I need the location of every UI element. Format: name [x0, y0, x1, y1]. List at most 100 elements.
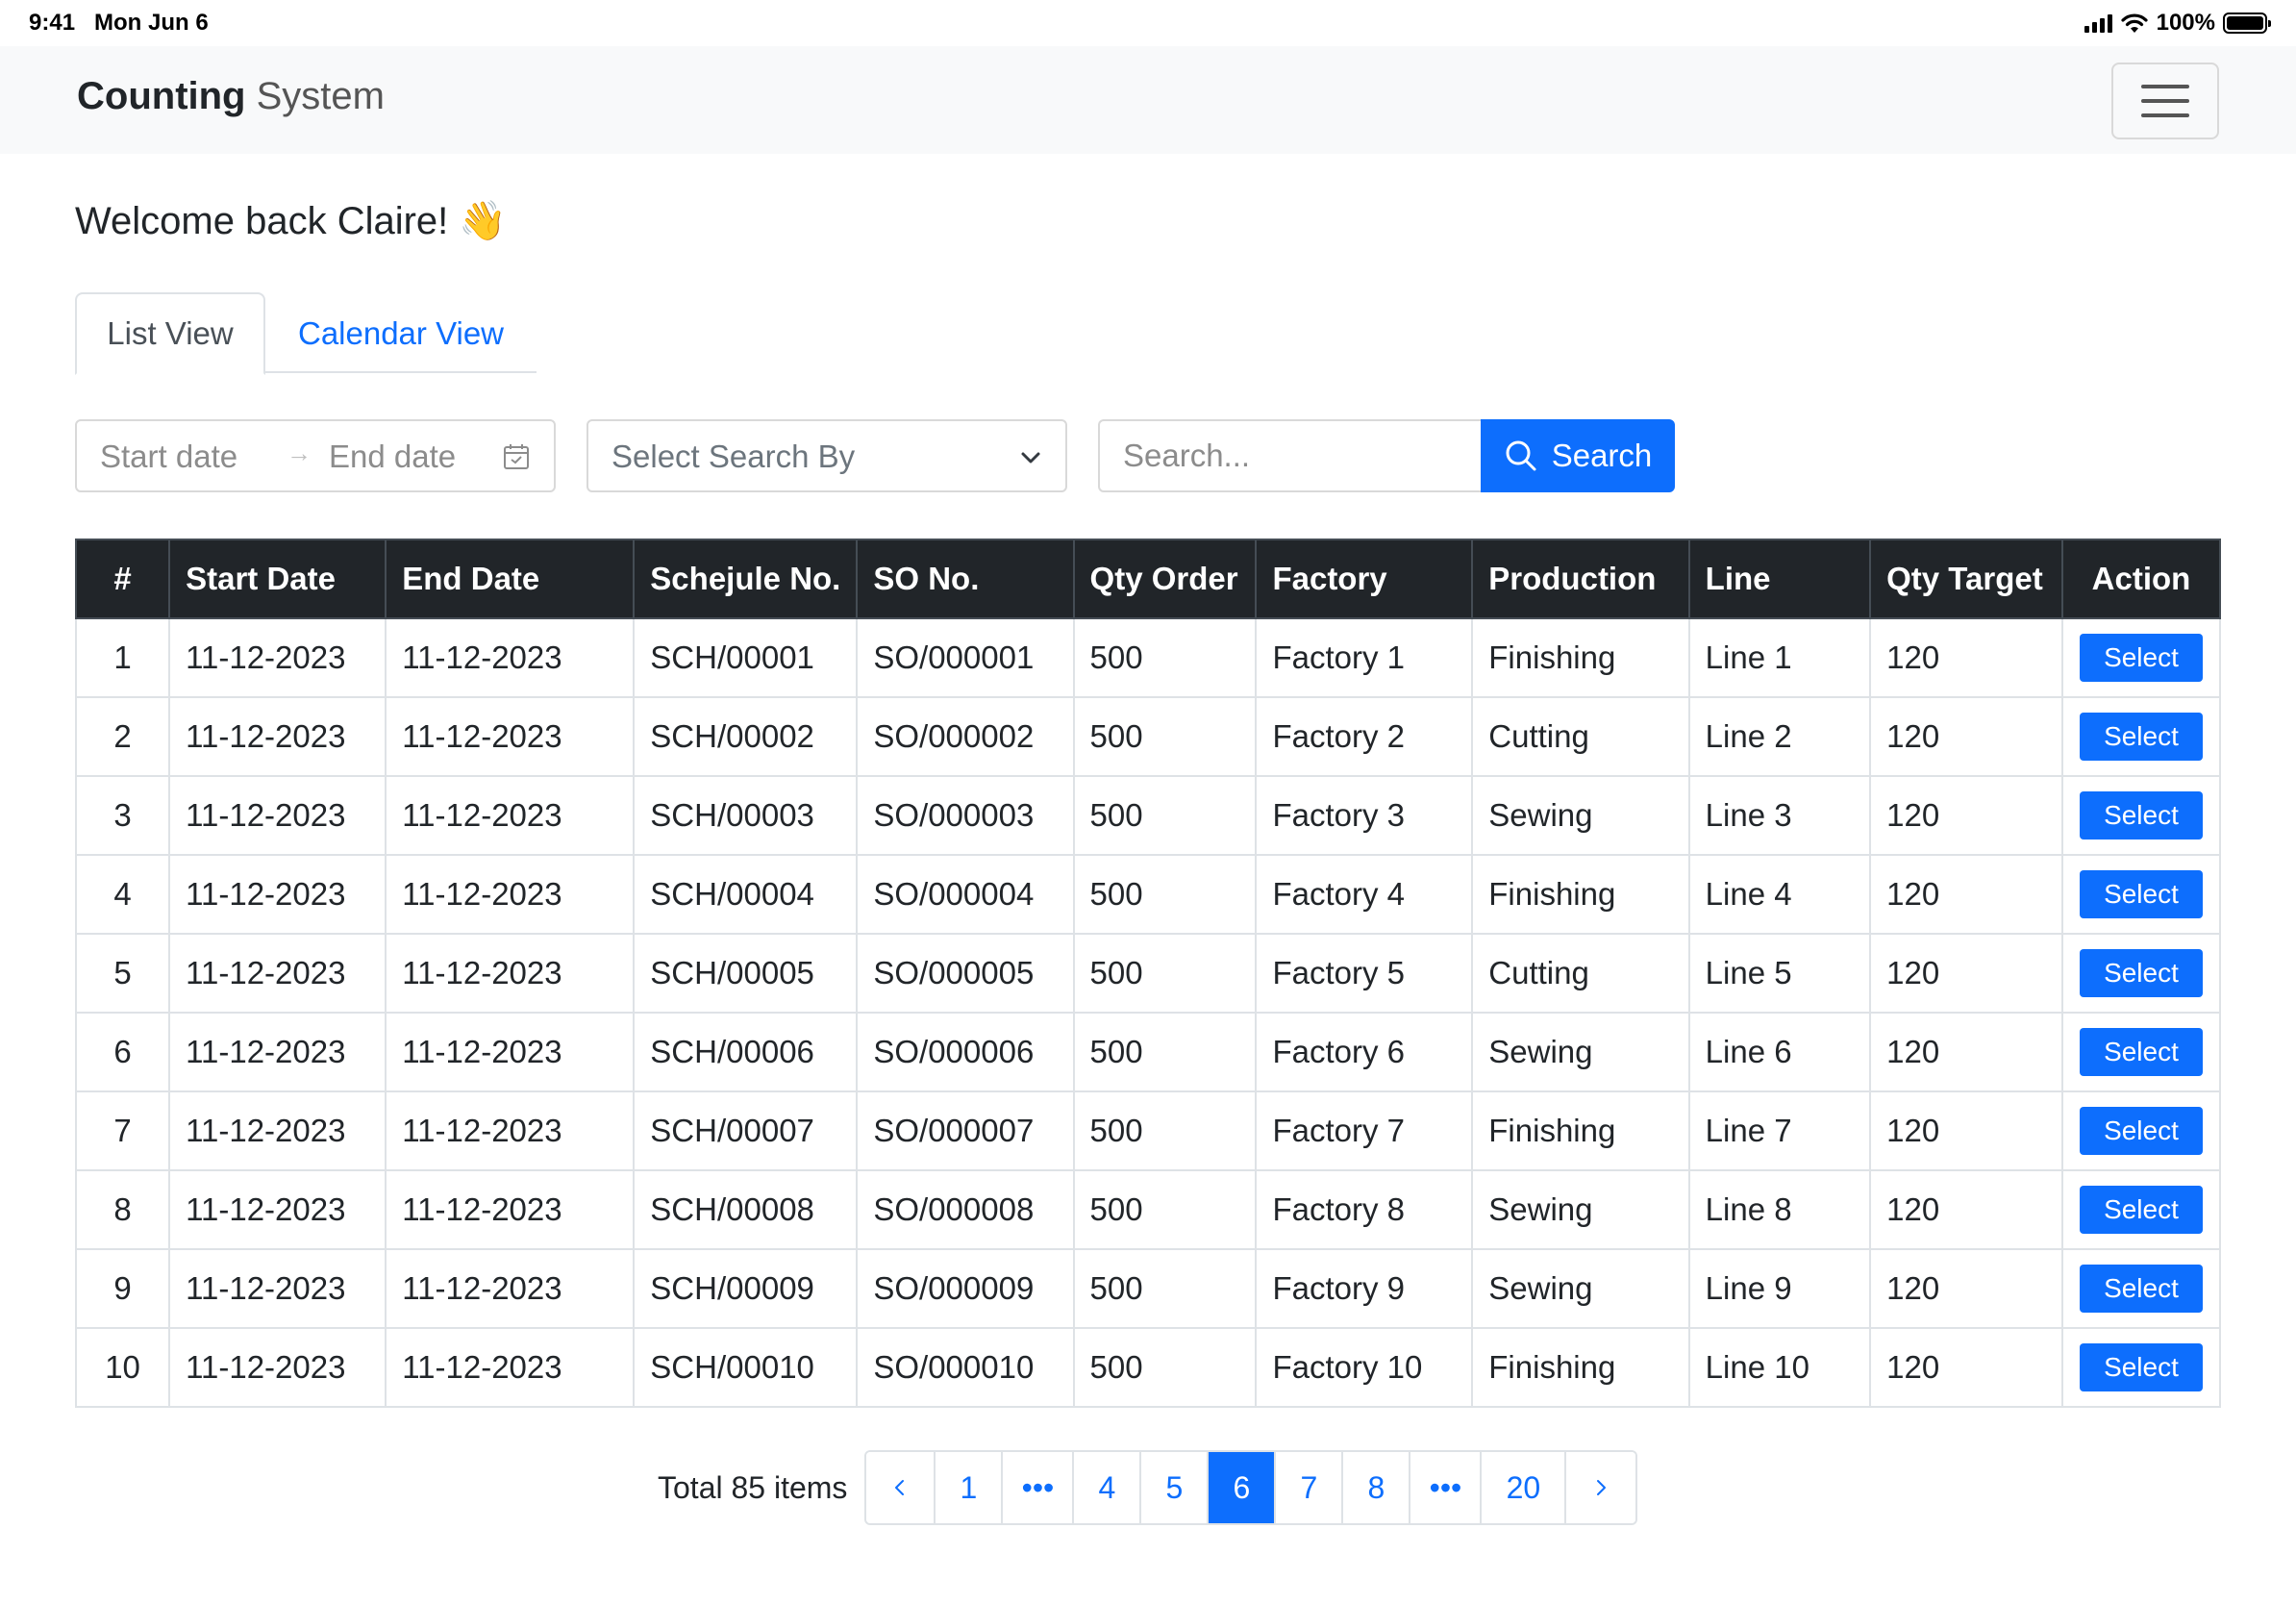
- table-cell: Finishing: [1471, 617, 1690, 698]
- table-row: 6 11-12-2023 11-12-2023 SCH/00006 SO/000006 5…: [74, 1012, 2222, 1092]
- page-link-6[interactable]: 6: [1209, 1452, 1277, 1523]
- action-cell: Select: [2060, 1327, 2222, 1408]
- battery-percent: 100%: [2156, 10, 2215, 36]
- table-body: 1 11-12-2023 11-12-2023 SCH/00001 SO/000001 5…: [74, 617, 2222, 1408]
- table-cell: 120: [1869, 617, 2063, 698]
- tab-calendar-view[interactable]: Calendar View: [265, 292, 537, 375]
- date-range-picker[interactable]: Start date → End date: [75, 419, 556, 492]
- page-link-20[interactable]: 20: [1482, 1452, 1567, 1523]
- table-cell: Line 6: [1687, 1012, 1872, 1092]
- table-row: 8 11-12-2023 11-12-2023 SCH/00008 SO/000008 5…: [74, 1169, 2222, 1250]
- select-row-button[interactable]: Select: [2079, 1107, 2203, 1155]
- table-row: 5 11-12-2023 11-12-2023 SCH/00005 SO/000005 5…: [74, 933, 2222, 1014]
- tab-list-view[interactable]: List View: [75, 292, 265, 375]
- cellular-signal-icon: [2084, 13, 2112, 33]
- chevron-left-icon[interactable]: [866, 1452, 936, 1523]
- select-row-button[interactable]: Select: [2079, 1265, 2203, 1313]
- table-cell: SO/000003: [856, 775, 1075, 856]
- hamburger-menu-icon[interactable]: [2111, 63, 2219, 139]
- table-cell: Factory 7: [1255, 1090, 1474, 1171]
- table-cell: Factory 2: [1255, 696, 1474, 777]
- column-header: End Date: [385, 539, 636, 619]
- table-row: 3 11-12-2023 11-12-2023 SCH/00003 SO/000003 5…: [74, 775, 2222, 856]
- column-header: Schejule No.: [633, 539, 859, 619]
- table-cell: 7: [74, 1090, 171, 1171]
- action-cell: Select: [2060, 775, 2222, 856]
- end-date-input[interactable]: End date: [329, 439, 456, 475]
- table-cell: SCH/00005: [633, 933, 859, 1014]
- table-cell: 120: [1869, 933, 2063, 1014]
- table-cell: Sewing: [1471, 775, 1690, 856]
- table-cell: 11-12-2023: [385, 854, 636, 935]
- table-cell: SO/000001: [856, 617, 1075, 698]
- table-cell: SCH/00010: [633, 1327, 859, 1408]
- table-cell: Line 9: [1687, 1248, 1872, 1329]
- page-link-4[interactable]: 4: [1074, 1452, 1142, 1523]
- table-cell: Finishing: [1471, 854, 1690, 935]
- table-row: 10 11-12-2023 11-12-2023 SCH/00010 SO/000010…: [74, 1327, 2222, 1408]
- table-cell: 500: [1072, 696, 1258, 777]
- table-cell: 11-12-2023: [168, 854, 387, 935]
- table-cell: 500: [1072, 854, 1258, 935]
- table-cell: Factory 1: [1255, 617, 1474, 698]
- table-cell: 6: [74, 1012, 171, 1092]
- search-by-select[interactable]: Select Search By: [586, 419, 1067, 492]
- action-cell: Select: [2060, 933, 2222, 1014]
- table-cell: 8: [74, 1169, 171, 1250]
- table-cell: 11-12-2023: [385, 775, 636, 856]
- arrow-right-icon: →: [287, 439, 312, 467]
- table-cell: Factory 3: [1255, 775, 1474, 856]
- table-row: 7 11-12-2023 11-12-2023 SCH/00007 SO/000007 5…: [74, 1090, 2222, 1171]
- table-cell: 11-12-2023: [168, 617, 387, 698]
- table-cell: 500: [1072, 775, 1258, 856]
- table-row: 9 11-12-2023 11-12-2023 SCH/00009 SO/000009 5…: [74, 1248, 2222, 1329]
- select-row-button[interactable]: Select: [2079, 949, 2203, 997]
- table-cell: SCH/00003: [633, 775, 859, 856]
- table-cell: 11-12-2023: [385, 696, 636, 777]
- page-ellipsis[interactable]: •••: [1410, 1452, 1483, 1523]
- status-date: Mon Jun 6: [94, 10, 209, 36]
- page-link-8[interactable]: 8: [1343, 1452, 1411, 1523]
- column-header: Production: [1471, 539, 1690, 619]
- table-cell: 120: [1869, 1169, 2063, 1250]
- app-brand[interactable]: Counting System: [77, 75, 385, 118]
- select-row-button[interactable]: Select: [2079, 713, 2203, 761]
- table-cell: 11-12-2023: [168, 1169, 387, 1250]
- table-cell: SCH/00006: [633, 1012, 859, 1092]
- table-cell: 3: [74, 775, 171, 856]
- table-cell: 10: [74, 1327, 171, 1408]
- select-row-button[interactable]: Select: [2079, 870, 2203, 918]
- select-row-button[interactable]: Select: [2079, 791, 2203, 840]
- search-button[interactable]: Search: [1481, 419, 1675, 492]
- table-cell: 500: [1072, 617, 1258, 698]
- select-row-button[interactable]: Select: [2079, 1186, 2203, 1234]
- search-input[interactable]: [1098, 419, 1483, 492]
- table-cell: 11-12-2023: [385, 1169, 636, 1250]
- table-row: 2 11-12-2023 11-12-2023 SCH/00002 SO/000002 5…: [74, 696, 2222, 777]
- table-cell: 11-12-2023: [168, 1327, 387, 1408]
- start-date-input[interactable]: Start date: [100, 439, 237, 475]
- table-cell: 120: [1869, 1248, 2063, 1329]
- chevron-right-icon[interactable]: [1566, 1452, 1636, 1523]
- page-link-5[interactable]: 5: [1141, 1452, 1210, 1523]
- table-row: 4 11-12-2023 11-12-2023 SCH/00004 SO/000004 5…: [74, 854, 2222, 935]
- column-header: Factory: [1255, 539, 1474, 619]
- page-link-7[interactable]: 7: [1276, 1452, 1344, 1523]
- column-header: Qty Target: [1869, 539, 2063, 619]
- schedule-table: # Start Date End Date Schejule No. SO No…: [74, 539, 2222, 1408]
- table-cell: Factory 8: [1255, 1169, 1474, 1250]
- action-cell: Select: [2060, 1012, 2222, 1092]
- status-indicators: 100%: [2084, 10, 2271, 37]
- page-ellipsis[interactable]: •••: [1003, 1452, 1075, 1523]
- calendar-icon: [504, 444, 529, 469]
- table-cell: 500: [1072, 1248, 1258, 1329]
- brand-light: System: [256, 75, 385, 117]
- select-row-button[interactable]: Select: [2079, 1028, 2203, 1076]
- select-row-button[interactable]: Select: [2079, 1343, 2203, 1391]
- table-cell: SCH/00009: [633, 1248, 859, 1329]
- table-cell: 120: [1869, 1090, 2063, 1171]
- table-cell: SCH/00001: [633, 617, 859, 698]
- table-cell: Factory 4: [1255, 854, 1474, 935]
- page-link-1[interactable]: 1: [936, 1452, 1004, 1523]
- select-row-button[interactable]: Select: [2079, 634, 2203, 682]
